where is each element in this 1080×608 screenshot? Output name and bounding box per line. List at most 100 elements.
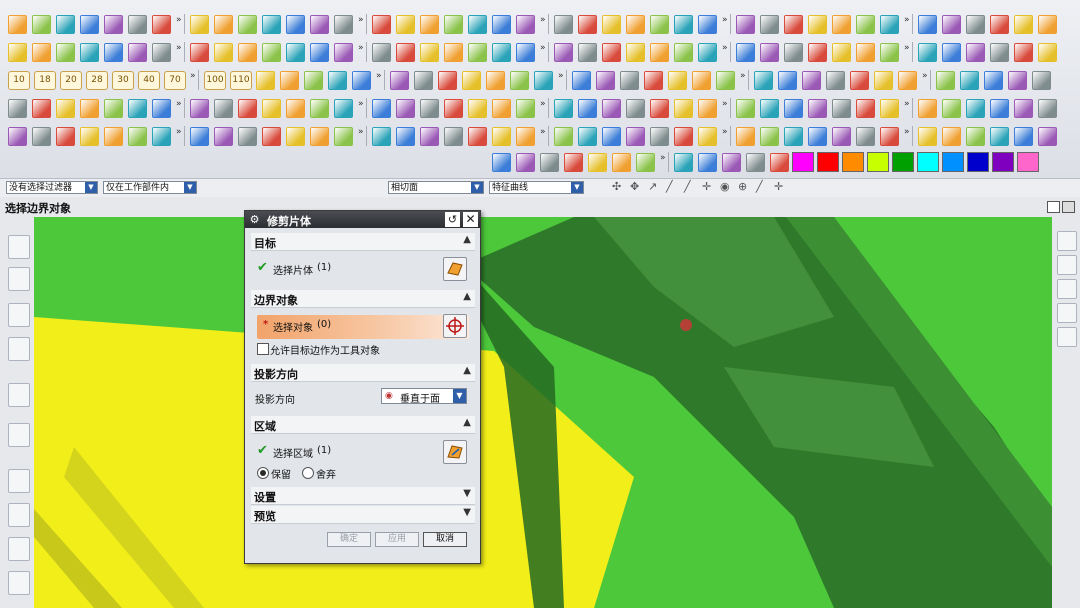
layer-tool-icon[interactable]	[1057, 279, 1077, 299]
toolbar-tool-icon[interactable]	[444, 99, 463, 118]
toolbar-overflow-icon[interactable]: »	[376, 71, 382, 81]
toolbar-tool-icon[interactable]	[286, 127, 305, 146]
toolbar-tool-icon[interactable]	[966, 43, 985, 62]
size-preset-button[interactable]: 18	[34, 71, 56, 90]
system-materials-icon[interactable]	[8, 503, 30, 527]
toolbar-tool-icon[interactable]	[104, 99, 123, 118]
toolbar-tool-icon[interactable]	[286, 43, 305, 62]
toolbar-tool-icon[interactable]	[310, 99, 329, 118]
toolbar-tool-icon[interactable]	[554, 99, 573, 118]
toolbar-overflow-icon[interactable]: »	[660, 153, 666, 163]
toolbar-tool-icon[interactable]	[832, 15, 851, 34]
toolbar-tool-icon[interactable]	[698, 15, 717, 34]
toolbar-tool-icon[interactable]	[784, 127, 803, 146]
toolbar-tool-icon[interactable]	[578, 15, 597, 34]
chevron-up-icon[interactable]: ▲	[463, 291, 471, 302]
toolbar-tool-icon[interactable]	[1014, 99, 1033, 118]
toolbar-tool-icon[interactable]	[698, 153, 717, 172]
toolbar-tool-icon[interactable]	[1038, 99, 1057, 118]
toolbar-tool-icon[interactable]	[832, 127, 851, 146]
toolbar-tool-icon[interactable]	[736, 43, 755, 62]
toolbar-tool-icon[interactable]	[554, 43, 573, 62]
toolbar-tool-icon[interactable]	[80, 99, 99, 118]
toolbar-tool-icon[interactable]	[1014, 127, 1033, 146]
toolbar-tool-icon[interactable]	[238, 15, 257, 34]
toolbar-tool-icon[interactable]	[310, 43, 329, 62]
chevron-down-icon[interactable]: ▼	[463, 507, 471, 518]
toolbar-tool-icon[interactable]	[516, 127, 535, 146]
dialog-title-bar[interactable]: ⚙ 修剪片体 ↺ ✕	[245, 211, 480, 228]
toolbar-tool-icon[interactable]	[516, 15, 535, 34]
toolbar-overflow-icon[interactable]: »	[722, 43, 728, 53]
maximize-icon[interactable]	[1047, 201, 1060, 213]
toolbar-tool-icon[interactable]	[190, 99, 209, 118]
toolbar-overflow-icon[interactable]: »	[358, 127, 364, 137]
toolbar-tool-icon[interactable]	[334, 15, 353, 34]
toolbar-tool-icon[interactable]	[516, 153, 535, 172]
selection-filter-dropdown[interactable]: 没有选择过滤器 ▼	[6, 181, 98, 194]
toolbar-tool-icon[interactable]	[56, 127, 75, 146]
toolbar-tool-icon[interactable]	[808, 15, 827, 34]
toolbar-tool-icon[interactable]	[1008, 71, 1027, 90]
toolbar-tool-icon[interactable]	[918, 99, 937, 118]
toolbar-tool-icon[interactable]	[492, 153, 511, 172]
snap-point-icon[interactable]: ╱	[666, 180, 673, 193]
toolbar-tool-icon[interactable]	[1038, 15, 1057, 34]
toolbar-tool-icon[interactable]	[572, 71, 591, 90]
toolbar-tool-icon[interactable]	[214, 15, 233, 34]
toolbar-overflow-icon[interactable]: »	[358, 43, 364, 53]
toolbar-tool-icon[interactable]	[104, 127, 123, 146]
toolbar-tool-icon[interactable]	[128, 15, 147, 34]
toolbar-tool-icon[interactable]	[650, 127, 669, 146]
toolbar-tool-icon[interactable]	[128, 43, 147, 62]
color-swatch[interactable]	[1017, 152, 1039, 172]
toolbar-tool-icon[interactable]	[334, 43, 353, 62]
toolbar-overflow-icon[interactable]: »	[176, 99, 182, 109]
face-rule-dropdown[interactable]: 相切面 ▼	[388, 181, 484, 194]
toolbar-tool-icon[interactable]	[32, 99, 51, 118]
toolbar-tool-icon[interactable]	[784, 15, 803, 34]
toolbar-overflow-icon[interactable]: »	[358, 15, 364, 25]
toolbar-tool-icon[interactable]	[784, 99, 803, 118]
process-studio-icon[interactable]	[8, 571, 30, 595]
toolbar-tool-icon[interactable]	[56, 43, 75, 62]
toolbar-tool-icon[interactable]	[152, 43, 171, 62]
toolbar-tool-icon[interactable]	[32, 127, 51, 146]
keep-radio[interactable]	[257, 467, 269, 479]
ok-button[interactable]: 确定	[327, 532, 371, 547]
toolbar-tool-icon[interactable]	[1014, 43, 1033, 62]
toolbar-tool-icon[interactable]	[880, 99, 899, 118]
toolbar-tool-icon[interactable]	[1038, 127, 1057, 146]
snap-point-icon[interactable]: ✛	[774, 180, 783, 193]
toolbar-tool-icon[interactable]	[534, 71, 553, 90]
toolbar-tool-icon[interactable]	[650, 43, 669, 62]
color-swatch[interactable]	[917, 152, 939, 172]
toolbar-tool-icon[interactable]	[578, 99, 597, 118]
toolbar-tool-icon[interactable]	[128, 127, 147, 146]
toolbar-tool-icon[interactable]	[468, 127, 487, 146]
toolbar-tool-icon[interactable]	[56, 99, 75, 118]
toolbar-tool-icon[interactable]	[698, 43, 717, 62]
select-sheet-button[interactable]	[443, 257, 467, 281]
toolbar-tool-icon[interactable]	[674, 153, 693, 172]
toolbar-tool-icon[interactable]	[990, 127, 1009, 146]
toolbar-tool-icon[interactable]	[802, 71, 821, 90]
toolbar-tool-icon[interactable]	[372, 15, 391, 34]
toolbar-tool-icon[interactable]	[80, 15, 99, 34]
toolbar-tool-icon[interactable]	[918, 127, 937, 146]
toolbar-tool-icon[interactable]	[262, 15, 281, 34]
toolbar-tool-icon[interactable]	[286, 99, 305, 118]
toolbar-tool-icon[interactable]	[328, 71, 347, 90]
toolbar-tool-icon[interactable]	[190, 127, 209, 146]
toolbar-tool-icon[interactable]	[990, 99, 1009, 118]
snap-point-icon[interactable]: ╱	[756, 180, 763, 193]
toolbar-tool-icon[interactable]	[444, 15, 463, 34]
toolbar-tool-icon[interactable]	[152, 99, 171, 118]
toolbar-overflow-icon[interactable]: »	[190, 71, 196, 81]
toolbar-tool-icon[interactable]	[578, 43, 597, 62]
toolbar-tool-icon[interactable]	[214, 127, 233, 146]
toolbar-overflow-icon[interactable]: »	[922, 71, 928, 81]
toolbar-tool-icon[interactable]	[626, 15, 645, 34]
toolbar-tool-icon[interactable]	[674, 127, 693, 146]
toolbar-tool-icon[interactable]	[880, 127, 899, 146]
